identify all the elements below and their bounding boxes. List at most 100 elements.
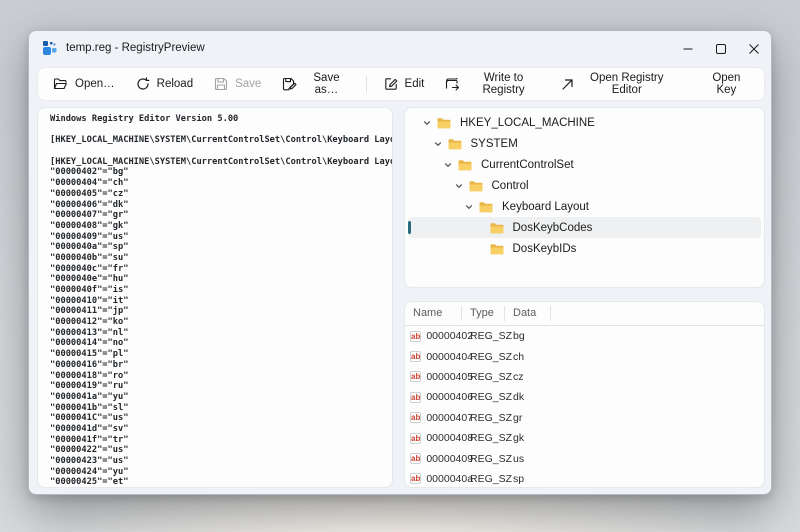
value-type: REG_SZ [462,371,505,383]
save-as-icon [282,77,297,91]
reload-label: Reload [157,78,193,90]
chevron-down-icon[interactable] [464,202,474,212]
tree-item[interactable]: Control [408,175,761,196]
folder-icon [490,222,504,234]
save-button[interactable]: Save [205,71,270,97]
value-data: dk [505,391,551,403]
tree-item-label: DosKeybCodes [513,222,593,234]
column-header-type[interactable]: Type [462,306,505,321]
open-registry-editor-button[interactable]: Open Registry Editor [552,71,682,97]
open-external-icon [561,78,574,91]
editor-line: Windows Registry Editor Version 5.00 [50,114,392,125]
toolbar-separator [366,76,367,93]
editor-line: "00000407"="gr" [50,210,392,221]
tree-item[interactable]: SYSTEM [408,133,761,154]
value-data: ch [505,351,551,363]
reload-button[interactable]: Reload [127,71,202,97]
save-as-label: Save as… [304,72,348,96]
titlebar[interactable]: temp.reg - RegistryPreview [29,31,771,65]
reg-sz-icon: ab [410,331,421,342]
editor-line: "00000409"="us" [50,232,392,243]
editor-line: "0000040e"="hu" [50,274,392,285]
editor-line: "0000041a"="yu" [50,392,392,403]
table-row[interactable]: ab 0000040a REG_SZ sp [405,469,764,488]
reg-sz-icon: ab [410,392,421,403]
column-header-data[interactable]: Data [505,306,551,321]
table-row[interactable]: ab 00000406 REG_SZ dk [405,387,764,407]
column-header-name[interactable]: Name [405,306,462,321]
editor-line: "0000041f"="tr" [50,435,392,446]
close-icon [749,44,759,54]
chevron-down-icon[interactable] [422,118,432,128]
editor-line: "00000412"="ko" [50,317,392,328]
editor-line: "0000041b"="sl" [50,403,392,414]
value-data: cz [505,371,551,383]
folder-icon [458,159,472,171]
chevron-down-icon[interactable] [443,160,453,170]
editor-line: "00000424"="yu" [50,467,392,478]
editor-line: "00000406"="dk" [50,200,392,211]
open-folder-icon [53,77,68,91]
editor-line: [HKEY_LOCAL_MACHINE\SYSTEM\CurrentContro… [50,135,392,146]
editor-line [50,146,392,157]
value-data: bg [505,330,551,342]
editor-line: "0000040c"="fr" [50,264,392,275]
write-to-registry-button[interactable]: Write to Registry [436,71,548,97]
tree-item[interactable]: Keyboard Layout [408,196,761,217]
open-button[interactable]: Open… [44,71,124,97]
app-icon [42,40,58,56]
table-row[interactable]: ab 00000405 REG_SZ cz [405,367,764,387]
folder-icon [490,243,504,255]
value-type: REG_SZ [462,432,505,444]
table-row[interactable]: ab 00000409 REG_SZ us [405,448,764,468]
editor-line: "00000411"="jp" [50,306,392,317]
registry-text-editor[interactable]: Windows Registry Editor Version 5.00 [HKE… [37,107,393,488]
folder-icon [479,201,493,213]
minimize-icon [683,44,693,54]
chevron-down-icon[interactable] [454,181,464,191]
tree-item[interactable]: HKEY_LOCAL_MACHINE [408,112,761,133]
reg-sz-icon: ab [410,453,421,464]
open-registry-editor-label: Open Registry Editor [581,72,673,96]
table-row[interactable]: ab 00000404 REG_SZ ch [405,346,764,366]
value-type: REG_SZ [462,351,505,363]
editor-line: "00000410"="it" [50,296,392,307]
table-row[interactable]: ab 00000407 REG_SZ gr [405,408,764,428]
editor-line: "00000425"="et" [50,477,392,488]
app-window: temp.reg - RegistryPreview Open… [28,30,772,495]
minimize-button[interactable] [671,32,704,65]
chevron-down-icon[interactable] [433,139,443,149]
maximize-button[interactable] [704,32,737,65]
maximize-icon [716,44,726,54]
table-row[interactable]: ab 00000402 REG_SZ bg [405,326,764,346]
table-header: Name Type Data [405,302,764,326]
reg-sz-icon: ab [410,473,421,484]
tree-item-label: SYSTEM [471,138,518,150]
editor-line: "0000040a"="sp" [50,242,392,253]
editor-line: "00000413"="nl" [50,328,392,339]
edit-button[interactable]: Edit [375,71,434,97]
editor-line: "00000408"="gk" [50,221,392,232]
desktop-background: temp.reg - RegistryPreview Open… [0,0,800,532]
editor-line: "00000423"="us" [50,456,392,467]
tree-item[interactable]: DosKeybIDs [408,238,761,259]
registry-values-table: Name Type Data ab 00000402 REG_SZ bg [404,301,765,488]
editor-line: "00000402"="bg" [50,167,392,178]
open-key-button[interactable]: Open Key [695,71,758,97]
selection-accent-bar [408,221,411,234]
save-label: Save [235,78,261,90]
save-as-button[interactable]: Save as… [273,71,357,97]
editor-line: "0000041d"="sv" [50,424,392,435]
tree-item[interactable]: DosKeybCodes [408,217,761,238]
table-row[interactable]: ab 00000408 REG_SZ gk [405,428,764,448]
editor-line: [HKEY_LOCAL_MACHINE\SYSTEM\CurrentContro… [50,157,392,168]
close-button[interactable] [737,32,770,65]
folder-icon [437,117,451,129]
reg-sz-icon: ab [410,351,421,362]
value-type: REG_SZ [462,391,505,403]
value-data: gr [505,412,551,424]
write-registry-icon [445,77,460,91]
window-title: temp.reg - RegistryPreview [66,31,205,65]
tree-item[interactable]: CurrentControlSet [408,154,761,175]
open-label: Open… [75,78,115,90]
